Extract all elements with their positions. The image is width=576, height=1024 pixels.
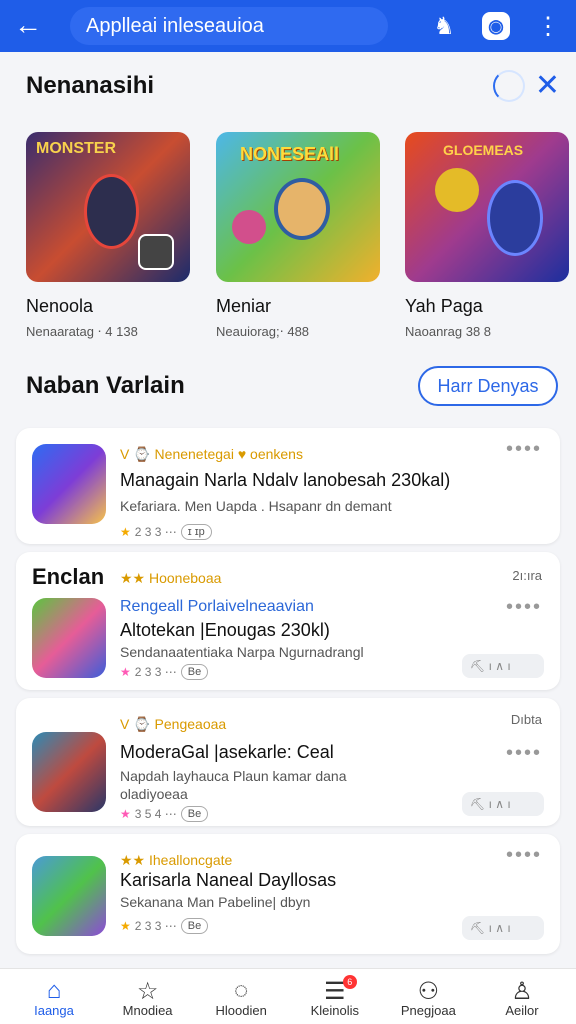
item-desc-4: Sekanana Man Pabeline| dbyn <box>120 894 311 910</box>
list-item-4[interactable]: ★★ Ihealloncgate Karisarla Naneal Dayllo… <box>16 834 560 954</box>
tab-home[interactable]: ⌂ Iaanga <box>14 969 94 1024</box>
item-title-4: Karisarla Naneal Dayllosas <box>120 870 337 890</box>
top-bar: ← Applleai inleseauioa ♞ ◉ ⋮ <box>0 0 576 52</box>
more-options-icon[interactable]: •••• <box>506 596 542 619</box>
list-item-1[interactable]: V ⌚ Nenenetegai ♥ oenkens Managain Narla… <box>16 428 560 544</box>
item-time-3: Dıbta <box>510 712 542 727</box>
bottom-nav: ⌂ Iaanga ☆ Mnodiea ◌ Hloodien ☰ 6 Kleinolis ⚇… <box>0 968 576 1024</box>
item-desc2-3: oladiyoeaa <box>120 786 188 802</box>
featured-sub-3: Naoanrag 38 8 <box>405 324 492 339</box>
tab-profile[interactable]: ♙ Aeilor <box>482 969 562 1024</box>
see-more-button[interactable]: Harr Denyas <box>418 366 558 406</box>
tab-users[interactable]: ⚇ Pnegjoaa <box>388 969 468 1024</box>
featured-title-3: Yah Paga <box>405 296 483 316</box>
featured-card-1[interactable]: MONSTER Nenoola Nenaaratag ⋅ 4 138 <box>26 132 190 340</box>
home-icon: ⌂ <box>46 977 62 1004</box>
item-meta-2: ★★ Hooneboaa <box>120 570 222 586</box>
item-meta-3: V ⌚ Pengeaoaa <box>120 716 227 732</box>
age-badge: Be <box>180 664 209 680</box>
profile-icon: ♙ <box>511 978 533 1005</box>
person-icon[interactable]: ♞ <box>430 12 458 40</box>
star-icon: ★ <box>120 525 131 539</box>
more-options-icon[interactable]: •••• <box>506 438 542 461</box>
star-icon: ★ <box>120 807 131 821</box>
age-badge: Be <box>180 918 209 934</box>
featured-card-2[interactable]: NONESEAll Meniar Neauiorag;⋅ 488 <box>216 132 380 340</box>
item-desc-3: Napdah layhauca Plaun kamar dana <box>120 768 347 784</box>
users-icon: ⚇ <box>417 978 440 1005</box>
action-pill[interactable]: ⛏ ı ∧ ı <box>462 654 544 678</box>
app-icon-3 <box>32 732 106 812</box>
item-meta-4: ★★ Ihealloncgate <box>120 852 233 868</box>
item-subtitle-2: Rengeall Porlaivelneaavian <box>120 598 314 615</box>
section-title: Nenanasihi <box>26 72 155 99</box>
close-icon[interactable]: ✕ <box>535 71 560 101</box>
age-badge: Be <box>180 806 209 822</box>
list-item-2[interactable]: Enclan ★★ Hooneboaa 2ı:ıra Rengeall Porl… <box>16 552 560 690</box>
featured-title-2: Meniar <box>216 296 272 316</box>
action-pill[interactable]: ⛏ ı ∧ ı <box>462 916 544 940</box>
app-badge-icon[interactable]: ◉ <box>482 12 510 40</box>
featured-sub-1: Nenaaratag ⋅ 4 138 <box>26 324 138 339</box>
list-heading: Enclan <box>32 564 105 589</box>
action-pill[interactable]: ⛏ ı ∧ ı <box>462 792 544 816</box>
search-input[interactable]: Applleai inleseauioa <box>70 7 388 45</box>
app-icon-2 <box>32 598 106 678</box>
item-desc-2: Sendanaatentiaka Narpa Ngurnadrangl <box>120 644 364 660</box>
notification-badge: 6 <box>342 975 357 989</box>
featured-title-1: Nenoola <box>26 296 94 316</box>
item-time-2: 2ı:ıra <box>512 568 542 583</box>
item-rating-1: ★ 2 3 3 ⋯ ɪ ɪp <box>120 524 212 540</box>
content: Nenanasihi ✕ MONSTER Nenoola Nenaaratag … <box>0 52 576 968</box>
more-options-icon[interactable]: •••• <box>506 742 542 765</box>
tab-media[interactable]: ☆ Mnodiea <box>108 969 188 1024</box>
app-icon-1 <box>32 444 106 524</box>
rating-value: 2 3 3 ⋯ <box>134 919 177 933</box>
featured-card-3[interactable]: GLOEMEAS Yah Paga Naoanrag 38 8 <box>405 132 569 339</box>
back-arrow-icon[interactable]: ← <box>14 9 48 43</box>
featured-sub-2: Neauiorag;⋅ 488 <box>216 324 310 339</box>
star-icon: ☆ <box>136 978 159 1005</box>
age-badge: ɪ ɪp <box>180 524 212 540</box>
list-item-3[interactable]: V ⌚ Pengeaoaa Dıbta ModeraGal |asekarle:… <box>16 698 560 826</box>
more-options-icon[interactable]: •••• <box>506 844 542 867</box>
rating-value: 3 5 4 ⋯ <box>134 807 177 821</box>
loading-icon <box>492 70 525 102</box>
item-title-1: Managain Narla Ndalv lanobesah 230kal) <box>120 470 451 490</box>
game-thumbnail-3: GLOEMEAS <box>405 132 569 282</box>
chat-icon: ◌ <box>234 977 249 1004</box>
rating-value: 2 3 3 ⋯ <box>134 665 177 679</box>
item-desc-1: Kefariara. Men Uapda . Hsapanr dn demant <box>120 498 392 514</box>
item-rating-2: ★ 2 3 3 ⋯ Be <box>120 664 209 680</box>
app-icon-4 <box>32 856 106 936</box>
tab-chat[interactable]: ◌ Hloodien <box>201 969 281 1024</box>
section-title-2: Naban Varlain <box>26 372 185 399</box>
rating-value: 2 3 3 ⋯ <box>134 525 177 539</box>
game-thumbnail-1: MONSTER <box>26 132 190 282</box>
game-thumbnail-2: NONESEAll <box>216 132 380 282</box>
star-icon: ★ <box>120 919 131 933</box>
item-title-3: ModeraGal |asekarle: Ceal <box>120 742 334 762</box>
item-rating-4: ★ 2 3 3 ⋯ Be <box>120 918 209 934</box>
item-title-2: Altotekan |Enougas 230kl) <box>120 620 330 640</box>
more-icon[interactable]: ⋮ <box>534 12 562 40</box>
message-icon: ☰ <box>324 978 346 1005</box>
item-meta-1: V ⌚ Nenenetegai ♥ oenkens <box>120 446 303 462</box>
star-icon: ★ <box>120 665 131 679</box>
tab-messages[interactable]: ☰ 6 Kleinolis <box>295 969 375 1024</box>
item-rating-3: ★ 3 5 4 ⋯ Be <box>120 806 209 822</box>
